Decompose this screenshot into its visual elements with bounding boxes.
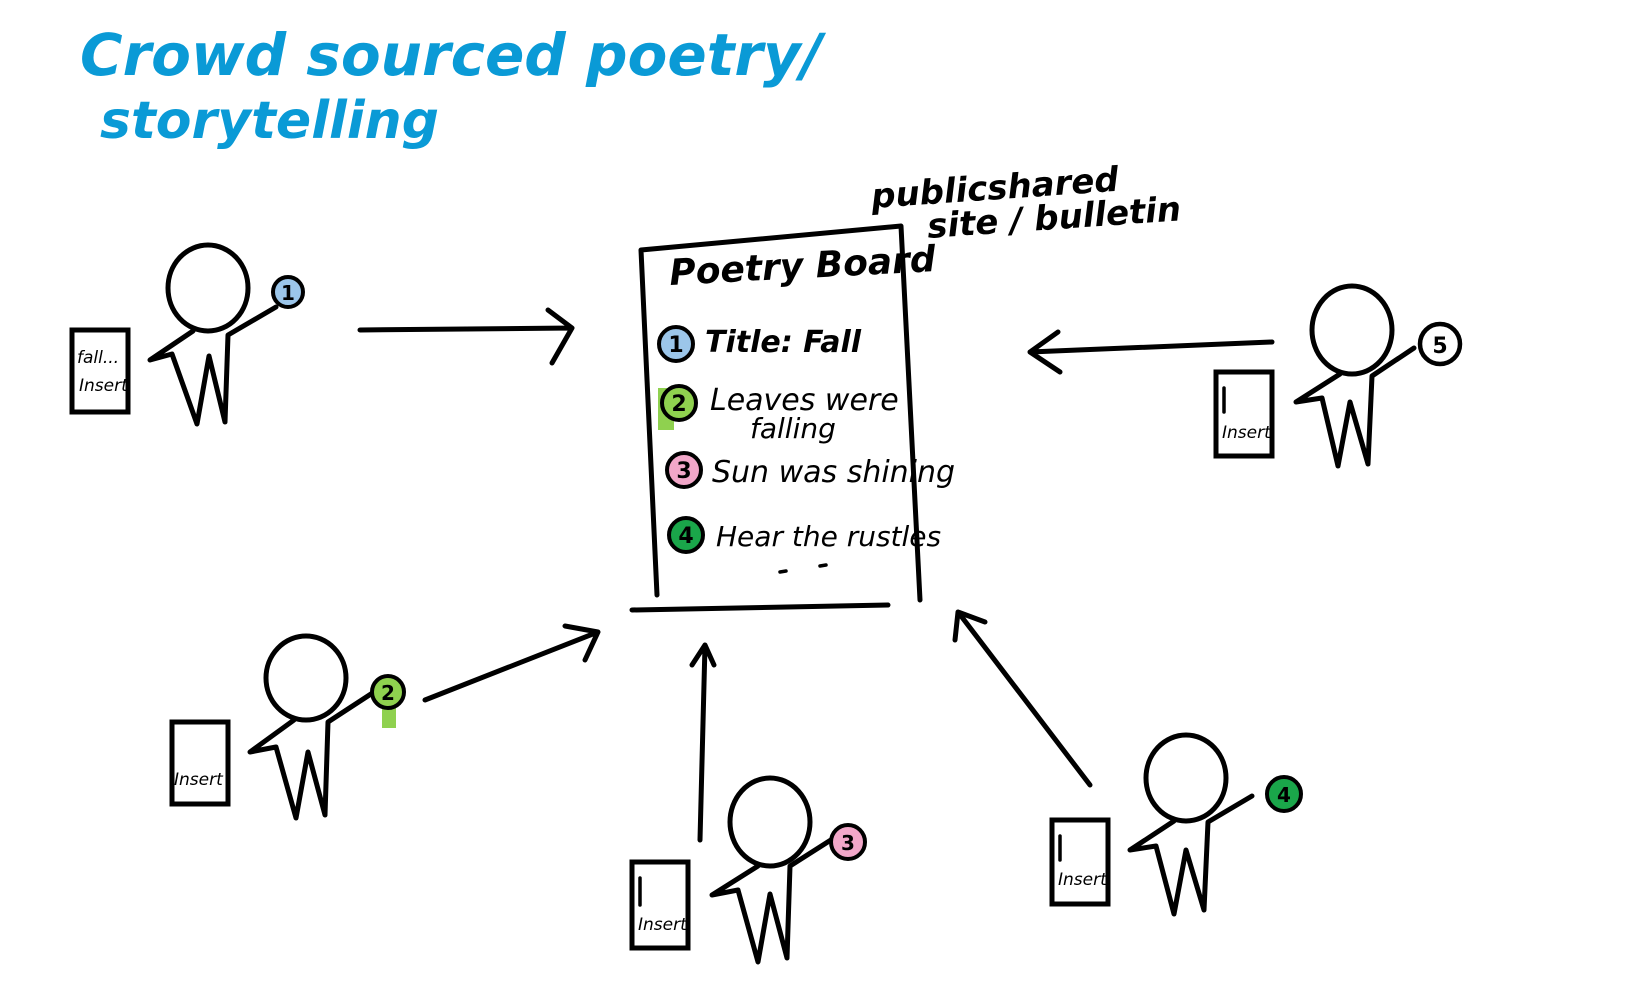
contributor-5-person [1293,283,1417,469]
contributor-5: Insert 5 [1213,283,1463,469]
svg-text:Insert: Insert [638,915,688,935]
board-entry-3: 3 Sun was shining [665,451,955,490]
board-entry-1-text: Title: Fall [705,325,862,360]
svg-text:4: 4 [1277,783,1291,807]
svg-text:5: 5 [1432,334,1447,359]
board-entry-4: 4 Hear the rustles [667,516,941,574]
contributor-4-badge: 4 [1265,775,1303,813]
board-entry-1: 1 Title: Fall [657,325,862,363]
svg-text:1: 1 [281,281,295,305]
contributor-5-badge: 5 [1417,321,1463,367]
contributor-2-person [247,633,377,821]
board-entry-2: 2 Leaves were falling [658,383,899,445]
contributor-4: Insert 4 [1049,732,1303,917]
svg-text:2: 2 [671,392,686,417]
contributor-3-person [709,775,837,965]
arrow-from-contributor-5 [1027,329,1275,375]
diagram-title-line1: Crowd sourced poetry/ [80,21,827,89]
arrow-from-contributor-3 [689,642,717,843]
contributor-2-badge: 2 [370,674,406,728]
board-heading: Poetry Board [668,239,937,294]
arrow-from-contributor-4 [952,609,1093,788]
contributor-4-person [1127,732,1255,917]
svg-text:fall...: fall... [77,348,119,368]
contributor-5-card: Insert [1213,369,1275,459]
contributor-3: Insert 3 [629,775,867,965]
contributor-3-card: Insert [629,859,691,951]
arrow-from-contributor-1 [357,307,575,366]
svg-text:1: 1 [668,333,683,358]
svg-text:Insert: Insert [79,376,129,396]
poetry-board: Poetry Board 1 Title: Fall 2 Leaves were… [629,223,955,613]
contributor-3-badge: 3 [829,823,867,861]
storytelling-diagram: Crowd sourced poetry/ storytelling publi… [69,21,1463,965]
board-entry-3-text: Sun was shining [712,455,955,490]
svg-text:4: 4 [678,524,693,549]
board-entry-4-text: Hear the rustles [716,520,941,553]
contributor-2-card: Insert [169,719,231,807]
contributor-2: Insert 2 [169,633,406,821]
contributor-1-card: fall... Insert [69,327,131,415]
contributor-1-badge: 1 [271,275,305,309]
svg-text:Insert: Insert [1058,870,1108,890]
svg-text:3: 3 [676,459,691,484]
board-entry-2-text-line2: falling [750,412,836,445]
diagram-title-line2: storytelling [100,91,439,151]
svg-text:2: 2 [381,681,395,705]
arrow-from-contributor-2 [422,623,601,703]
svg-text:Insert: Insert [1222,423,1272,443]
contributor-4-card: Insert [1049,817,1111,907]
contributor-1-person [147,242,279,427]
contributor-1: fall... Insert 1 [69,242,305,427]
svg-text:3: 3 [841,831,855,855]
svg-text:Insert: Insert [174,770,224,790]
